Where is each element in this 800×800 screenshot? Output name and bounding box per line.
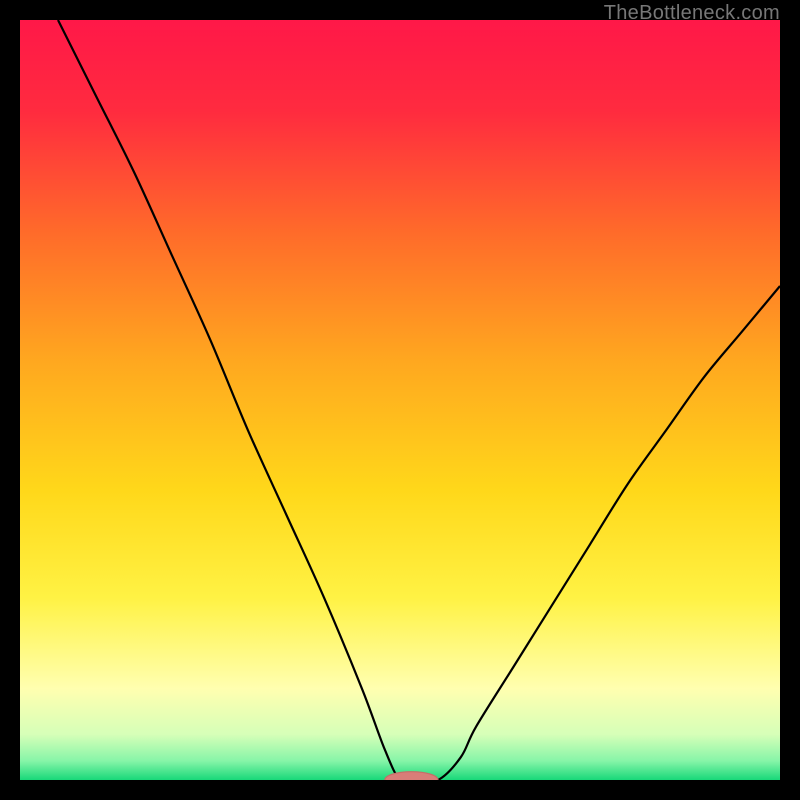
chart-frame: TheBottleneck.com — [0, 0, 800, 800]
bottleneck-chart — [20, 20, 780, 780]
chart-background — [20, 20, 780, 780]
